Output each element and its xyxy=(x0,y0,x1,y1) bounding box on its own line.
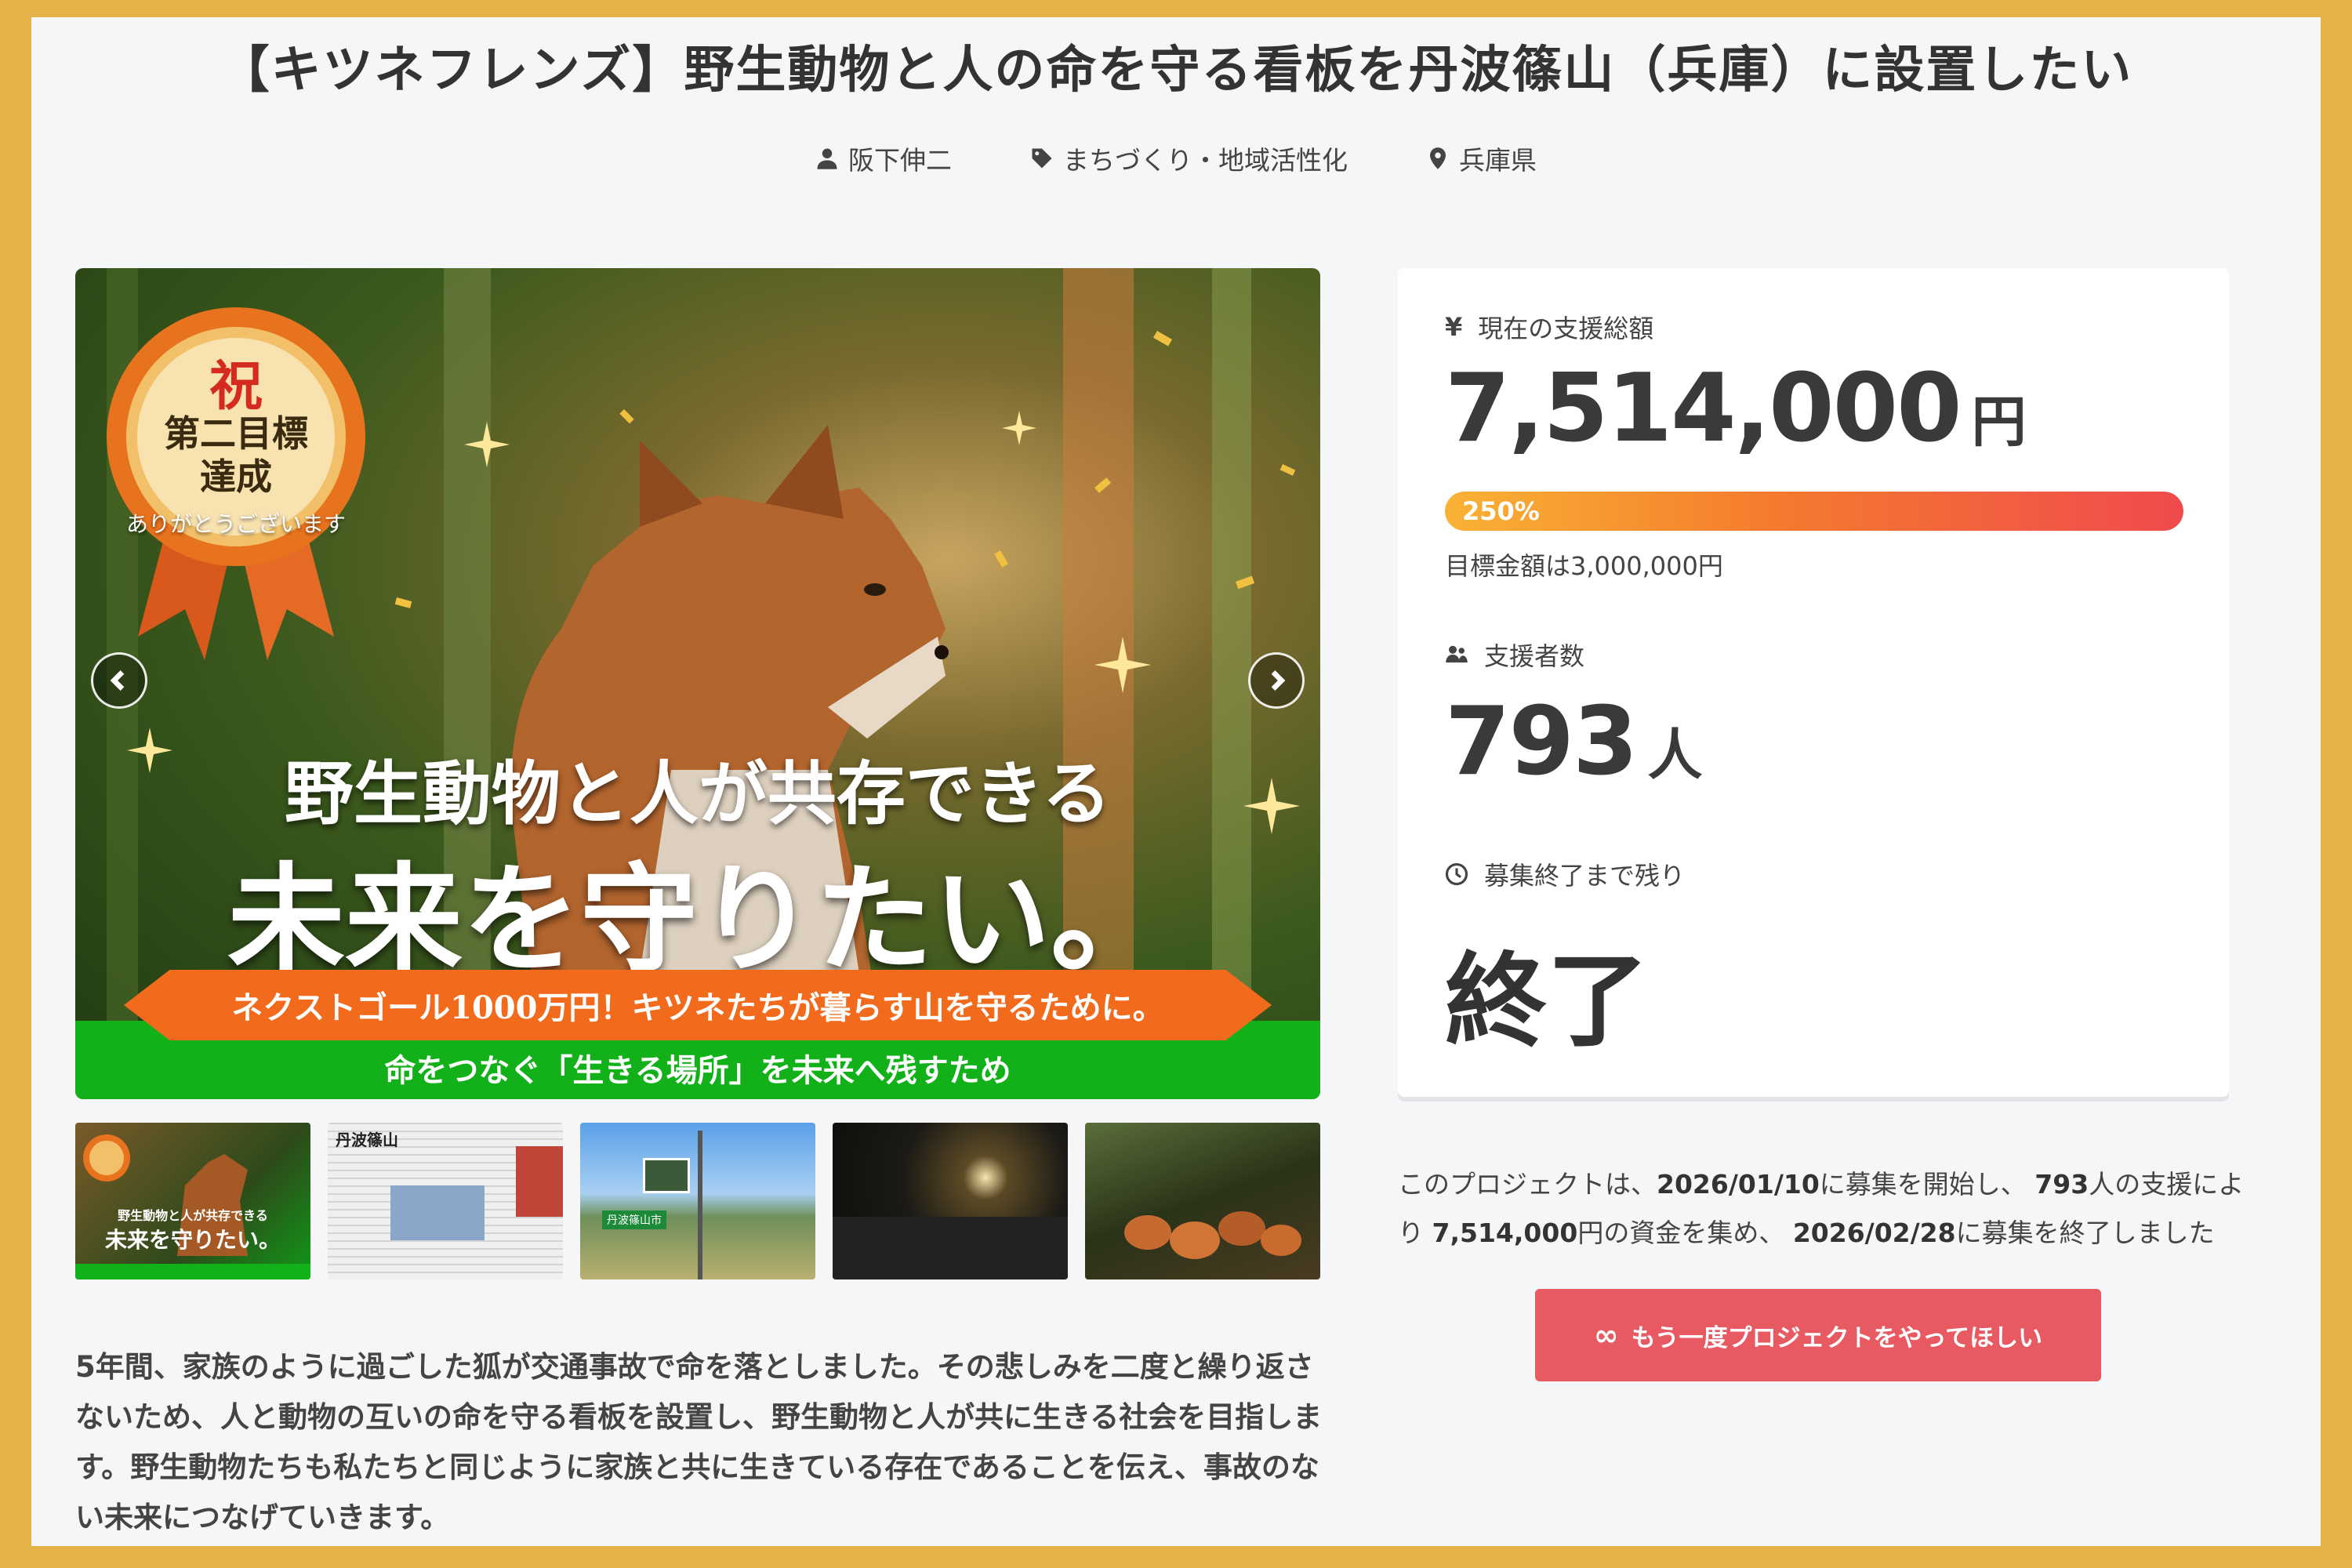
project-meta: 阪下伸二 まちづくり・地域活性化 兵庫県 xyxy=(31,135,2321,182)
project-page: 【キツネフレンズ】野生動物と人の命を守る看板を丹波篠山（兵庫）に設置したい 阪下… xyxy=(31,17,2321,1546)
project-summary: このプロジェクトは、2026/01/10に募集を開始し、 793人の支援により … xyxy=(1398,1160,2260,1258)
chevron-left-icon xyxy=(110,670,125,691)
carousel-next-button[interactable] xyxy=(1248,652,1305,709)
yen-icon: ¥ xyxy=(1445,312,1463,342)
summary-end-date: 2026/02/28 xyxy=(1792,1218,1956,1248)
remaining-value: 終了 xyxy=(1445,942,1650,1061)
summary-amount: 7,514,000 xyxy=(1432,1218,1578,1248)
backers-count-value: 793 xyxy=(1445,688,1638,797)
clock-icon xyxy=(1445,862,1468,886)
summary-part2: に募集を開始し、 xyxy=(1819,1169,2035,1200)
progress-bar: 250% xyxy=(1445,492,2183,531)
amount-label-row: ¥ 現在の支援総額 xyxy=(1445,309,1653,345)
project-description: 5年間、家族のように過ごした狐が交通事故で命を落としました。その悲しみを二度と繰… xyxy=(75,1350,1323,1534)
users-icon xyxy=(1446,645,1468,662)
goal-amount: 目標金額は3,000,000円 xyxy=(1445,551,1723,581)
summary-start-date: 2026/01/10 xyxy=(1657,1169,1820,1200)
page-title: 【キツネフレンズ】野生動物と人の命を守る看板を丹波篠山（兵庫）に設置したい xyxy=(219,42,2133,100)
amount-label: 現在の支援総額 xyxy=(1478,314,1654,343)
thumbnail-1-line2: 未来を守りたい。 xyxy=(104,1227,281,1253)
infinity-icon: ∞ xyxy=(1593,1318,1619,1352)
thumbnail-1-art xyxy=(75,1134,310,1279)
hero-image-carousel[interactable]: 祝 第二目標 達成 ありがとうございます 野生動物と人が共存できる 未来を守りた… xyxy=(75,268,1320,1099)
remaining-label-row: 募集終了まで残り xyxy=(1445,856,1685,892)
meta-category[interactable]: まちづくり・地域活性化 xyxy=(1030,140,1348,177)
hero-ribbon: ネクストゴール1000万円！キツネたちが暮らす山を守るために。 xyxy=(124,970,1272,1040)
funding-card: ¥ 現在の支援総額 7,514,000 円 250% 目標金額は3,000,000… xyxy=(1398,268,2229,1097)
backers-unit: 人 xyxy=(1647,723,1703,787)
category-name: まちづくり・地域活性化 xyxy=(1063,145,1348,176)
summary-part5: に募集を終了しました xyxy=(1955,1218,2215,1248)
request-again-button[interactable]: ∞ もう一度プロジェクトをやってほしい xyxy=(1535,1289,2101,1381)
meta-location[interactable]: 兵庫県 xyxy=(1426,140,1537,177)
thumbnail-3-pole xyxy=(698,1131,702,1279)
author-name: 阪下伸二 xyxy=(848,145,952,176)
thumbnail-1[interactable]: 野生動物と人が共存できる 未来を守りたい。 xyxy=(75,1123,310,1279)
backers-count: 793 人 xyxy=(1445,688,1703,797)
total-amount-unit: 円 xyxy=(1971,390,2027,454)
backers-label: 支援者数 xyxy=(1484,641,1585,671)
goal-achieved-badge: 祝 第二目標 達成 ありがとうございます xyxy=(107,299,365,668)
remaining-label: 募集終了まで残り xyxy=(1484,861,1686,891)
user-icon xyxy=(817,148,837,169)
meta-author[interactable]: 阪下伸二 xyxy=(815,140,952,177)
thumbnail-2-photo xyxy=(390,1185,485,1240)
summary-part4: 円の資金を集め、 xyxy=(1577,1218,1793,1248)
backers-label-row: 支援者数 xyxy=(1445,637,1584,673)
thumbnail-strip: 野生動物と人が共存できる 未来を守りたい。 丹波篠山 丹波篠山市 xyxy=(75,1123,1320,1279)
thumbnail-4-road xyxy=(833,1217,1068,1279)
thumbnail-3-sign-label: 丹波篠山市 xyxy=(602,1210,666,1229)
thumbnail-2-side-image xyxy=(516,1146,563,1217)
hero-headline-2: 未来を守りたい。 xyxy=(227,851,1168,989)
total-amount-value: 7,514,000 xyxy=(1445,354,1962,463)
location-pin-icon xyxy=(1430,147,1446,169)
badge-thanks: ありがとうございます xyxy=(125,511,346,537)
summary-backers: 793 xyxy=(2034,1169,2089,1200)
thumbnail-5-art xyxy=(1124,1211,1301,1259)
location-name: 兵庫県 xyxy=(1459,145,1537,176)
progress-fill xyxy=(1445,492,2183,531)
thumbnail-3[interactable]: 丹波篠山市 xyxy=(580,1123,815,1279)
summary-part1: このプロジェクトは、 xyxy=(1398,1169,1657,1200)
request-again-label: もう一度プロジェクトをやってほしい xyxy=(1631,1323,2043,1352)
badge-line2: 達成 xyxy=(200,456,272,498)
hero-headline-1: 野生動物と人が共存できる xyxy=(284,753,1112,834)
thumbnail-4[interactable] xyxy=(833,1123,1068,1279)
chevron-right-icon xyxy=(1271,670,1286,691)
thumbnail-1-line1: 野生動物と人が共存できる xyxy=(118,1208,268,1223)
carousel-prev-button[interactable] xyxy=(91,652,147,709)
thumbnail-2[interactable]: 丹波篠山 xyxy=(328,1123,563,1279)
thumbnail-2-heading: 丹波篠山 xyxy=(336,1131,398,1149)
progress-percent: 250% xyxy=(1462,496,1540,526)
total-amount: 7,514,000 円 xyxy=(1445,354,2027,463)
thumbnail-3-sign xyxy=(643,1158,690,1193)
tag-icon xyxy=(1032,148,1052,169)
thumbnail-5[interactable] xyxy=(1085,1123,1320,1279)
